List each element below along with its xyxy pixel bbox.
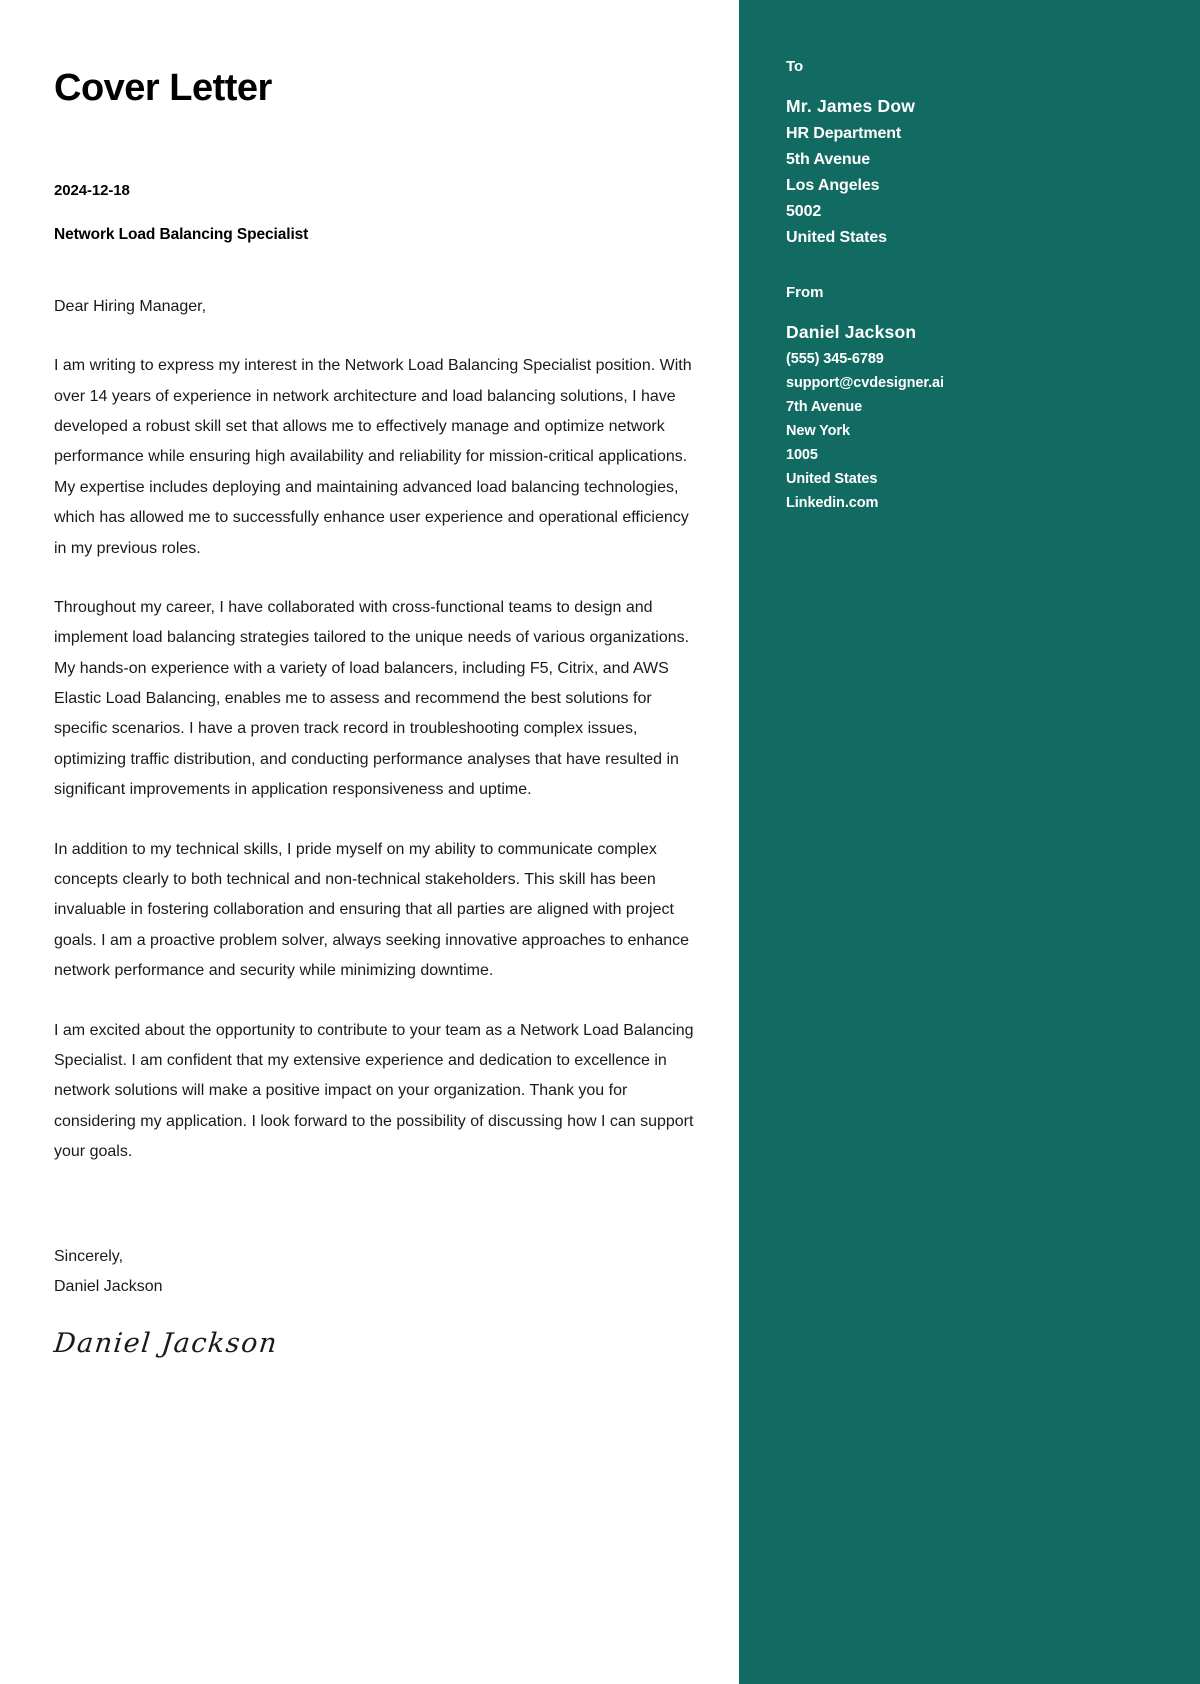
letter-main-column: Cover Letter 2024-12-18 Network Load Bal… — [0, 0, 739, 1684]
recipient-line: United States — [786, 229, 887, 246]
letter-date: 2024-12-18 — [54, 181, 130, 199]
letter-position-title: Network Load Balancing Specialist — [54, 225, 309, 243]
letter-paragraph-4: I am excited about the opportunity to co… — [54, 1021, 694, 1161]
cover-letter-page: Cover Letter 2024-12-18 Network Load Bal… — [0, 0, 1200, 1684]
recipient-name: Mr. James Dow — [786, 96, 916, 116]
recipient-line: HR Department — [786, 125, 902, 142]
page-title: Cover Letter — [54, 67, 272, 109]
letter-salutation: Dear Hiring Manager, — [54, 297, 207, 315]
sender-name: Daniel Jackson — [786, 322, 917, 342]
sender-phone: (555) 345-6789 — [786, 351, 884, 367]
letter-paragraph-1: I am writing to express my interest in t… — [54, 357, 692, 557]
sender-line: New York — [786, 423, 850, 439]
sender-linkedin: Linkedin.com — [786, 495, 879, 511]
sender-email: support@cvdesigner.ai — [786, 375, 944, 391]
letter-closing-block: Sincerely, Daniel Jackson Daniel Jackson — [52, 1242, 694, 1360]
recipient-heading: To — [786, 58, 804, 75]
recipient-line: 5002 — [786, 203, 822, 220]
closing-salutation: Sincerely, — [54, 1247, 124, 1265]
recipient-line: Los Angeles — [786, 177, 880, 194]
sender-line: United States — [786, 471, 878, 487]
contact-sidebar: To Mr. James Dow HR Department 5th Avenu… — [739, 0, 1200, 1684]
sender-block: From Daniel Jackson (555) 345-6789 suppo… — [786, 284, 1200, 511]
closing-signer-name: Daniel Jackson — [54, 1277, 163, 1295]
handwritten-signature: Daniel Jackson — [52, 1328, 280, 1360]
sender-line: 7th Avenue — [786, 399, 863, 415]
recipient-block: To Mr. James Dow HR Department 5th Avenu… — [786, 58, 1200, 247]
letter-paragraph-3: In addition to my technical skills, I pr… — [54, 840, 690, 980]
sender-heading: From — [786, 284, 824, 301]
sender-line: 1005 — [786, 447, 818, 463]
letter-paragraph-2: Throughout my career, I have collaborate… — [54, 598, 690, 799]
recipient-line: 5th Avenue — [786, 151, 871, 168]
